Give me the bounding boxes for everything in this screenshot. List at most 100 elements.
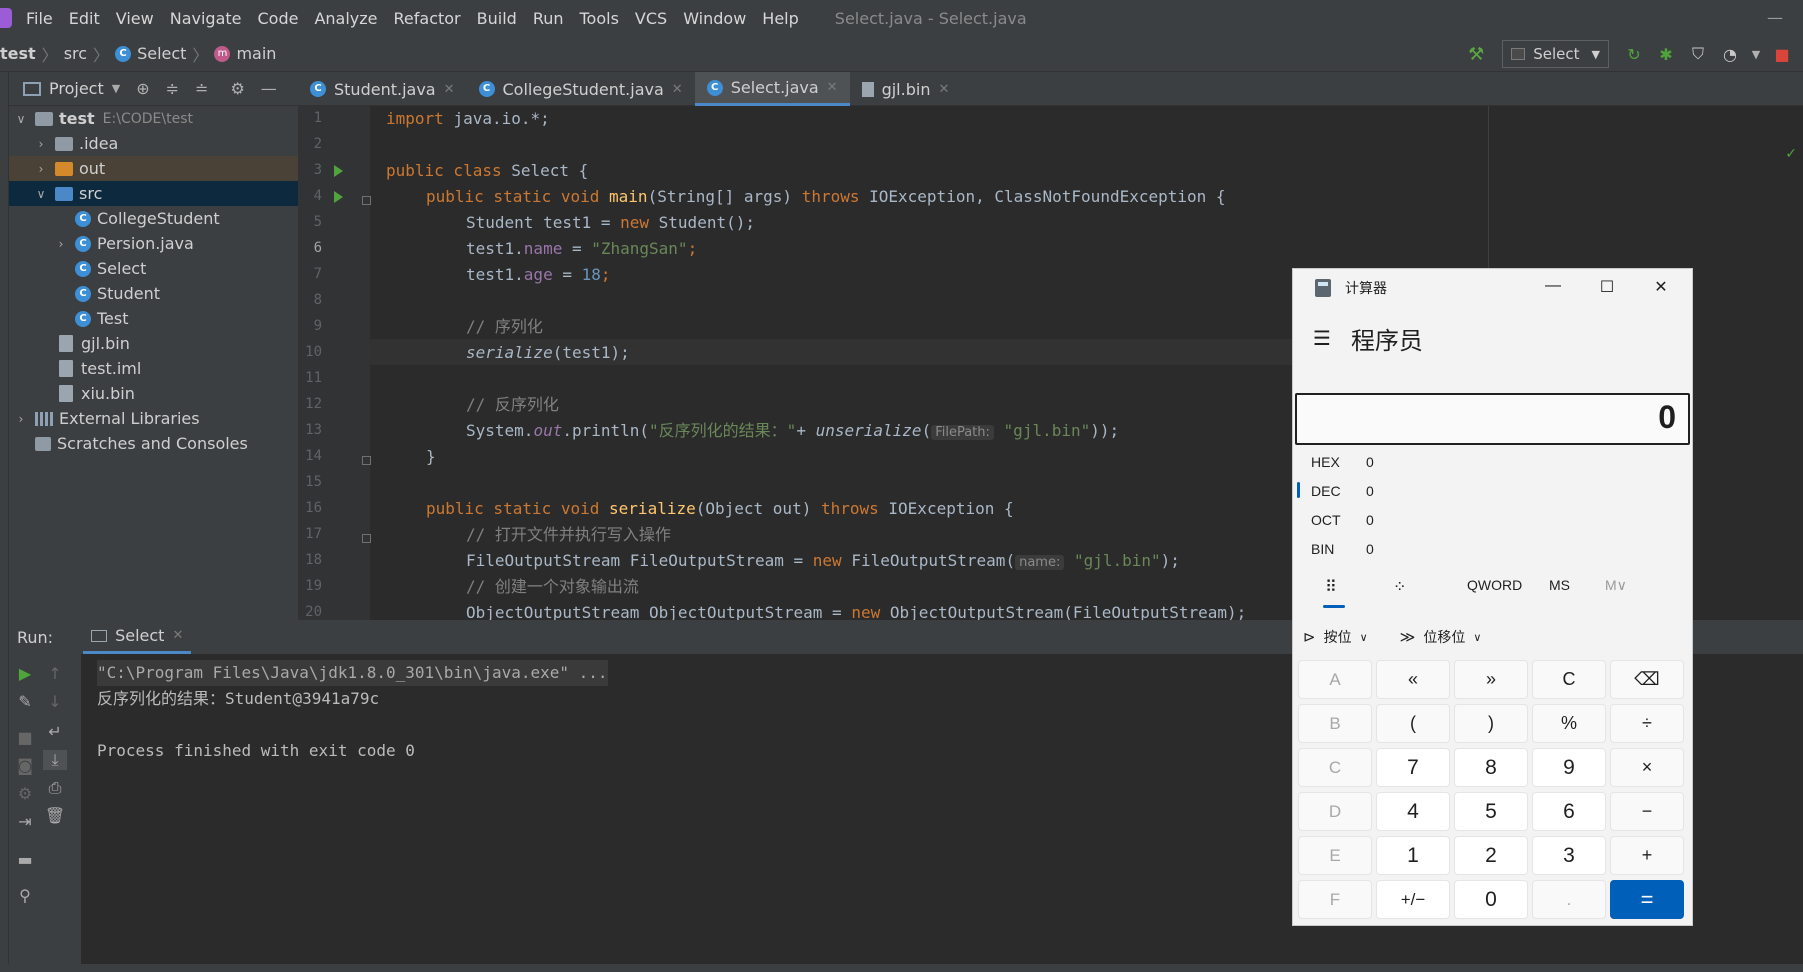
tree-item-idea[interactable]: › .idea (9, 131, 298, 156)
menu-run[interactable]: Run (533, 9, 564, 28)
key-divide[interactable]: ÷ (1610, 704, 1684, 743)
menu-window[interactable]: Window (683, 9, 746, 28)
pin-icon[interactable]: ⚲ (13, 886, 37, 905)
minimize-button[interactable]: — (1767, 8, 1783, 27)
soft-wrap-icon[interactable]: ↵ (43, 722, 67, 741)
print-icon[interactable]: ⎙ (43, 778, 67, 798)
rerun-icon[interactable]: ↻ (1623, 45, 1645, 64)
tree-item-test-iml[interactable]: test.iml (9, 356, 298, 381)
menu-refactor[interactable]: Refactor (394, 9, 461, 28)
key-hex-e[interactable]: E (1298, 836, 1372, 875)
locate-target-icon[interactable]: ⊕ (136, 79, 149, 98)
key-percent[interactable]: % (1532, 704, 1606, 743)
close-icon[interactable]: ✕ (938, 82, 949, 97)
menu-file[interactable]: File (26, 9, 53, 28)
tree-item-external-libraries[interactable]: › External Libraries (9, 406, 298, 431)
minimize-icon[interactable]: — (1543, 277, 1563, 295)
menu-vcs[interactable]: VCS (635, 9, 667, 28)
run-gutter-icon[interactable] (334, 165, 343, 177)
bitshift-dropdown[interactable]: ≫ 位移位 ∨ (1400, 627, 1482, 647)
arrow-down-icon[interactable]: ↓ (43, 692, 67, 711)
breadcrumb-method[interactable]: main (236, 44, 276, 63)
close-icon[interactable]: ✕ (672, 82, 683, 97)
tree-item-student[interactable]: C Student (9, 281, 298, 306)
key-hex-c[interactable]: C (1298, 748, 1372, 787)
key-close-paren[interactable]: ) (1454, 704, 1528, 743)
tab-select-java[interactable]: C Select.java ✕ (694, 72, 850, 106)
tab-gjl-bin[interactable]: gjl.bin ✕ (850, 72, 962, 106)
project-view-label[interactable]: Project (49, 79, 104, 98)
key-hex-f[interactable]: F (1298, 880, 1372, 919)
key-hex-d[interactable]: D (1298, 792, 1372, 831)
key-2[interactable]: 2 (1454, 836, 1528, 875)
arrow-up-icon[interactable]: ↑ (43, 664, 67, 683)
coverage-shield-icon[interactable]: ⛉ (1687, 44, 1709, 64)
chevron-down-icon[interactable]: ▼ (112, 82, 120, 95)
tree-item-xiu-bin[interactable]: xiu.bin (9, 381, 298, 406)
exit-icon[interactable]: ⇥ (13, 812, 37, 831)
build-hammer-icon[interactable]: ⚒ (1468, 44, 1484, 65)
full-keypad-icon[interactable]: ⠿ (1323, 577, 1345, 608)
bitwise-dropdown[interactable]: ⊳ 按位 ∨ (1303, 627, 1368, 647)
key-hex-b[interactable]: B (1298, 704, 1372, 743)
radix-hex[interactable]: HEX 0 (1311, 447, 1431, 476)
tree-item-persion[interactable]: › C Persion.java (9, 231, 298, 256)
wrench-icon[interactable]: ✎ (13, 692, 37, 711)
console-output[interactable]: "C:\Program Files\Java\jdk1.8.0_301\bin\… (97, 654, 1197, 972)
scroll-to-end-icon[interactable]: ⤓ (43, 750, 67, 770)
close-icon[interactable]: ✕ (1651, 277, 1671, 297)
hamburger-menu-icon[interactable]: ☰ (1313, 326, 1331, 351)
menu-navigate[interactable]: Navigate (170, 9, 242, 28)
tree-item-src[interactable]: ∨ src (9, 181, 298, 206)
key-negate[interactable]: +/− (1376, 880, 1450, 919)
camera-icon[interactable]: ◙ (13, 756, 37, 775)
key-9[interactable]: 9 (1532, 748, 1606, 787)
trash-icon[interactable]: 🗑 (43, 806, 67, 825)
tab-collegestudent-java[interactable]: C CollegeStudent.java ✕ (467, 72, 695, 106)
run-config-select[interactable]: Select ▼ (1502, 40, 1609, 68)
breadcrumb-src[interactable]: src (64, 44, 87, 63)
maximize-icon[interactable]: ☐ (1597, 277, 1617, 297)
breadcrumb-class[interactable]: Select (137, 44, 186, 63)
rerun-play-icon[interactable]: ▶ (13, 664, 37, 683)
bit-toggle-keypad-icon[interactable]: ⁘ (1393, 577, 1406, 597)
stop-icon[interactable]: ■ (1771, 45, 1793, 64)
hide-panel-icon[interactable]: — (261, 79, 277, 98)
settings-icon[interactable]: ⚙ (13, 784, 37, 803)
run-tab-select[interactable]: Select ✕ (83, 620, 192, 654)
tree-root[interactable]: ∨ test E:\CODE\test (9, 106, 298, 131)
tree-item-collegestudent[interactable]: C CollegeStudent (9, 206, 298, 231)
key-8[interactable]: 8 (1454, 748, 1528, 787)
tab-student-java[interactable]: C Student.java ✕ (298, 72, 467, 106)
key-7[interactable]: 7 (1376, 748, 1450, 787)
key-multiply[interactable]: × (1610, 748, 1684, 787)
key-4[interactable]: 4 (1376, 792, 1450, 831)
menu-analyze[interactable]: Analyze (314, 9, 377, 28)
key-decimal[interactable]: . (1532, 880, 1606, 919)
radix-oct[interactable]: OCT 0 (1311, 505, 1431, 534)
layout-icon[interactable]: ▬ (13, 850, 37, 869)
menu-tools[interactable]: Tools (580, 9, 619, 28)
menu-view[interactable]: View (116, 9, 154, 28)
chevron-down-icon[interactable]: ▼ (1751, 48, 1761, 61)
word-size-button[interactable]: QWORD (1467, 577, 1522, 593)
key-3[interactable]: 3 (1532, 836, 1606, 875)
menu-code[interactable]: Code (258, 9, 299, 28)
menu-build[interactable]: Build (477, 9, 517, 28)
tree-item-gjl-bin[interactable]: gjl.bin (9, 331, 298, 356)
key-open-paren[interactable]: ( (1376, 704, 1450, 743)
memory-list-button[interactable]: M∨ (1605, 577, 1627, 594)
key-6[interactable]: 6 (1532, 792, 1606, 831)
close-icon[interactable]: ✕ (827, 80, 838, 95)
key-5[interactable]: 5 (1454, 792, 1528, 831)
key-backspace[interactable]: ⌫ (1610, 660, 1684, 699)
key-hex-a[interactable]: A (1298, 660, 1372, 699)
collapse-all-icon[interactable]: ≐ (195, 79, 208, 98)
close-icon[interactable]: ✕ (172, 628, 183, 643)
profile-icon[interactable]: ◔ (1719, 45, 1741, 64)
menu-help[interactable]: Help (762, 9, 798, 28)
key-shift-left[interactable]: « (1376, 660, 1450, 699)
radix-bin[interactable]: BIN 0 (1311, 534, 1431, 563)
tree-item-test[interactable]: C Test (9, 306, 298, 331)
key-minus[interactable]: − (1610, 792, 1684, 831)
